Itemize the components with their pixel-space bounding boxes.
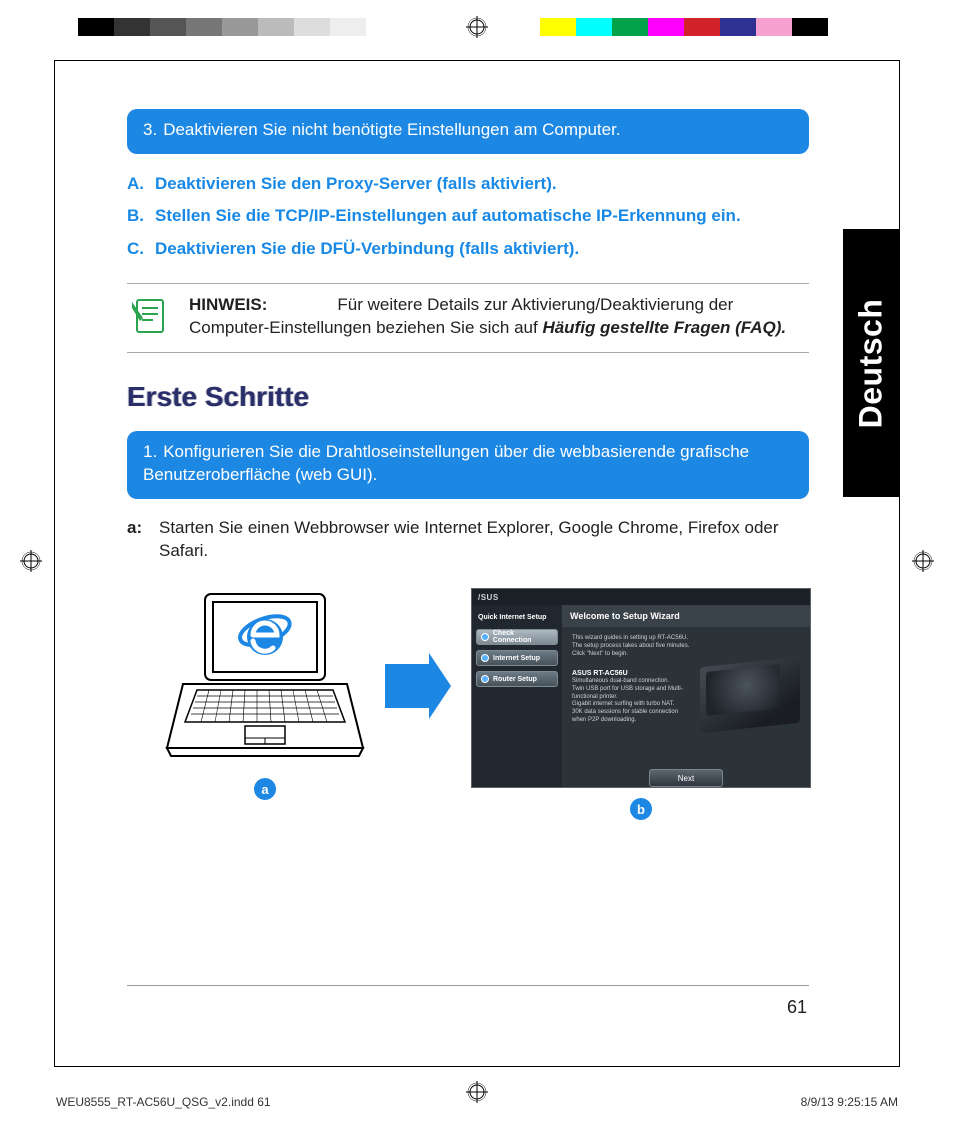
note-icon <box>129 294 171 336</box>
next-button: Next <box>649 769 723 787</box>
registration-mark-icon <box>912 550 934 572</box>
step-number: 3. <box>143 120 157 139</box>
step-number: 1. <box>143 442 157 461</box>
print-file: WEU8555_RT-AC56U_QSG_v2.indd 61 <box>56 1095 271 1109</box>
wizard-text: This wizard guides in setting up RT-AC56… <box>572 635 690 755</box>
language-tab-label: Deutsch <box>853 298 890 428</box>
sidebar-item-internet: Internet Setup <box>476 650 558 666</box>
step-1-box: 1.Konfigurieren Sie die Drahtloseinstell… <box>127 431 809 499</box>
router-icon <box>700 662 800 728</box>
step-text: Konfigurieren Sie die Drahtloseinstellun… <box>143 442 749 484</box>
page-frame: Deutsch 3. Deaktivieren Sie nicht benötig… <box>54 60 900 1067</box>
sidebar-item-router: Router Setup <box>476 671 558 687</box>
step-a-text: a: Starten Sie einen Webbrowser wie Inte… <box>127 517 809 563</box>
step-text: Deaktivieren Sie nicht benötigte Einstel… <box>163 120 620 139</box>
note-label: HINWEIS: <box>189 295 267 314</box>
page-number: 61 <box>787 997 807 1018</box>
print-timestamp: 8/9/13 9:25:15 AM <box>801 1095 898 1109</box>
illustration-row: a /SUS Quick Internet Setup Check Connec… <box>127 588 809 820</box>
badge-b: b <box>630 798 652 820</box>
step-3-box: 3. Deaktivieren Sie nicht benötigte Einst… <box>127 109 809 154</box>
arrow-icon <box>385 588 451 708</box>
note-block: HINWEIS:Für weitere Details zur Aktivier… <box>127 283 809 353</box>
list-item: B.Stellen Sie die TCP/IP-Einstellungen a… <box>127 200 809 232</box>
language-tab: Deutsch <box>843 229 899 497</box>
section-heading: Erste Schritte <box>127 381 809 413</box>
wizard-sidebar: Quick Internet Setup Check Connection In… <box>472 605 562 787</box>
note-text: HINWEIS:Für weitere Details zur Aktivier… <box>189 294 807 340</box>
laptop-icon <box>165 588 365 768</box>
sidebar-item-check: Check Connection <box>476 629 558 645</box>
registration-mark-icon <box>20 550 42 572</box>
footer-rule <box>127 985 809 986</box>
list-item: C.Deaktivieren Sie die DFÜ-Verbindung (f… <box>127 233 809 265</box>
page-content: 3. Deaktivieren Sie nicht benötigte Einst… <box>127 109 809 820</box>
print-footer: WEU8555_RT-AC56U_QSG_v2.indd 61 8/9/13 9… <box>56 1095 898 1109</box>
wizard-screenshot: /SUS Quick Internet Setup Check Connecti… <box>471 588 811 820</box>
badge-a: a <box>254 778 276 800</box>
registration-mark-icon <box>466 16 488 38</box>
wizard-title: Welcome to Setup Wizard <box>562 605 810 627</box>
substep-list: A.Deaktivieren Sie den Proxy-Server (fal… <box>127 168 809 265</box>
laptop-illustration: a <box>165 588 365 800</box>
list-item: A.Deaktivieren Sie den Proxy-Server (fal… <box>127 168 809 200</box>
wizard-brand: /SUS <box>472 589 810 605</box>
